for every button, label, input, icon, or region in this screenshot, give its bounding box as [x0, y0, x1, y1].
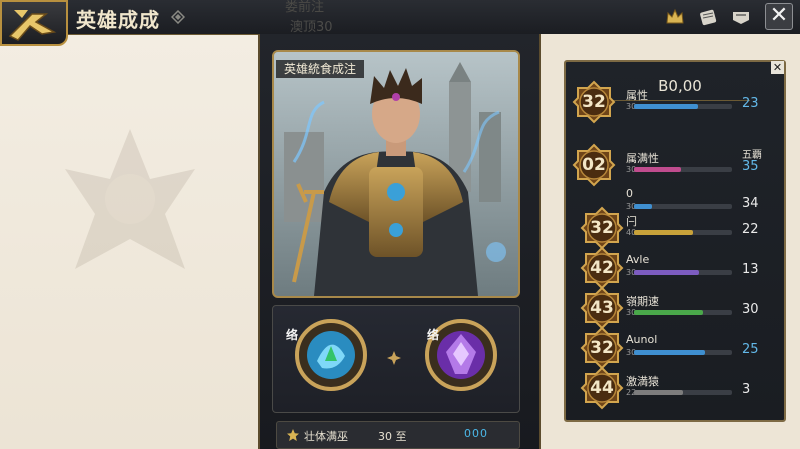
stat-value: 30: [742, 302, 759, 317]
stat-name: 属满性: [626, 152, 659, 165]
stat-row: 32 属性 30 23: [568, 80, 784, 124]
stat-bar-fill: [634, 350, 705, 355]
faded-crest-emblem: [65, 129, 195, 269]
stat-value: 3: [742, 382, 751, 397]
faded-header-text: 娄前注: [285, 0, 325, 15]
skill-tag-2: 络: [427, 328, 440, 342]
stat-row: 02 属满性 30 35 五覇: [568, 143, 784, 187]
diamond-icon: [171, 10, 185, 24]
stat-bar: [634, 310, 732, 315]
stat-value: 23: [742, 96, 759, 111]
level-badge-number: 32: [590, 338, 614, 358]
back-logo-button[interactable]: [0, 0, 68, 46]
sword-logo-icon: [8, 10, 57, 41]
stat-value: 22: [742, 222, 759, 237]
faded-subheader-text: 澳顶30: [290, 20, 333, 35]
hero-portrait-image: [274, 52, 518, 296]
star-icon: [287, 429, 299, 441]
stats-close-button[interactable]: ✕: [771, 61, 784, 74]
page-title: 英雄成成: [76, 8, 160, 32]
stat-bar-fill: [634, 167, 681, 172]
stat-bar: [634, 350, 732, 355]
stat-row: 43 嶺期速 30 30: [568, 286, 784, 330]
stat-row: 44 激満猿 22 3: [568, 366, 784, 410]
level-badge-number: 42: [590, 258, 614, 278]
close-icon: ✕: [772, 61, 783, 74]
stat-extra-label: 五覇: [742, 150, 762, 161]
stat-bar: [634, 104, 732, 109]
crown-icon[interactable]: [664, 6, 686, 28]
footer-dots[interactable]: 000: [464, 427, 488, 440]
level-badge-number: 32: [582, 92, 606, 112]
close-button[interactable]: ✕: [765, 3, 793, 30]
stat-bar-fill: [634, 270, 699, 275]
stat-name: Avle: [626, 253, 650, 266]
footer-value: 30 至: [378, 430, 407, 443]
hero-caption: 英雄統食成注: [276, 60, 365, 78]
stat-name: 属性: [626, 89, 648, 102]
stat-bar: [634, 230, 732, 235]
stat-name: 闩: [626, 215, 637, 228]
stat-bar-fill: [634, 230, 693, 235]
stat-name: 激満猿: [626, 375, 659, 388]
stat-bar: [634, 390, 732, 395]
stat-name: 嶺期速: [626, 295, 659, 308]
banner-icon[interactable]: [730, 6, 752, 28]
hero-portrait[interactable]: [272, 50, 520, 298]
separator-diamond-icon: [387, 351, 401, 365]
stat-name: 0: [626, 187, 633, 200]
stat-value: 25: [742, 342, 759, 357]
stat-bar-fill: [634, 104, 698, 109]
level-badge-number: 44: [590, 378, 614, 398]
stat-bar: [634, 270, 732, 275]
left-parchment-panel: [0, 34, 258, 449]
level-badge-number: 32: [590, 218, 614, 238]
stat-row: 42 Avle 30 13: [568, 246, 784, 290]
water-skill-icon[interactable]: [292, 316, 370, 394]
stat-row: 32 Aunol 30 25: [568, 326, 784, 370]
close-icon: ✕: [769, 3, 789, 28]
skill-tag-1: 络: [286, 328, 299, 342]
stat-value: 13: [742, 262, 759, 277]
stat-bar: [634, 167, 732, 172]
stat-bar-fill: [634, 310, 703, 315]
stat-bar-fill: [634, 390, 683, 395]
footer-label: 壮体满巫: [304, 430, 348, 443]
level-badge-number: 43: [590, 298, 614, 318]
scroll-icon[interactable]: [697, 6, 719, 28]
stat-value: 35: [742, 159, 759, 174]
stat-row: 32 闩 40 22: [568, 206, 784, 250]
stat-name: Aunol: [626, 333, 658, 346]
